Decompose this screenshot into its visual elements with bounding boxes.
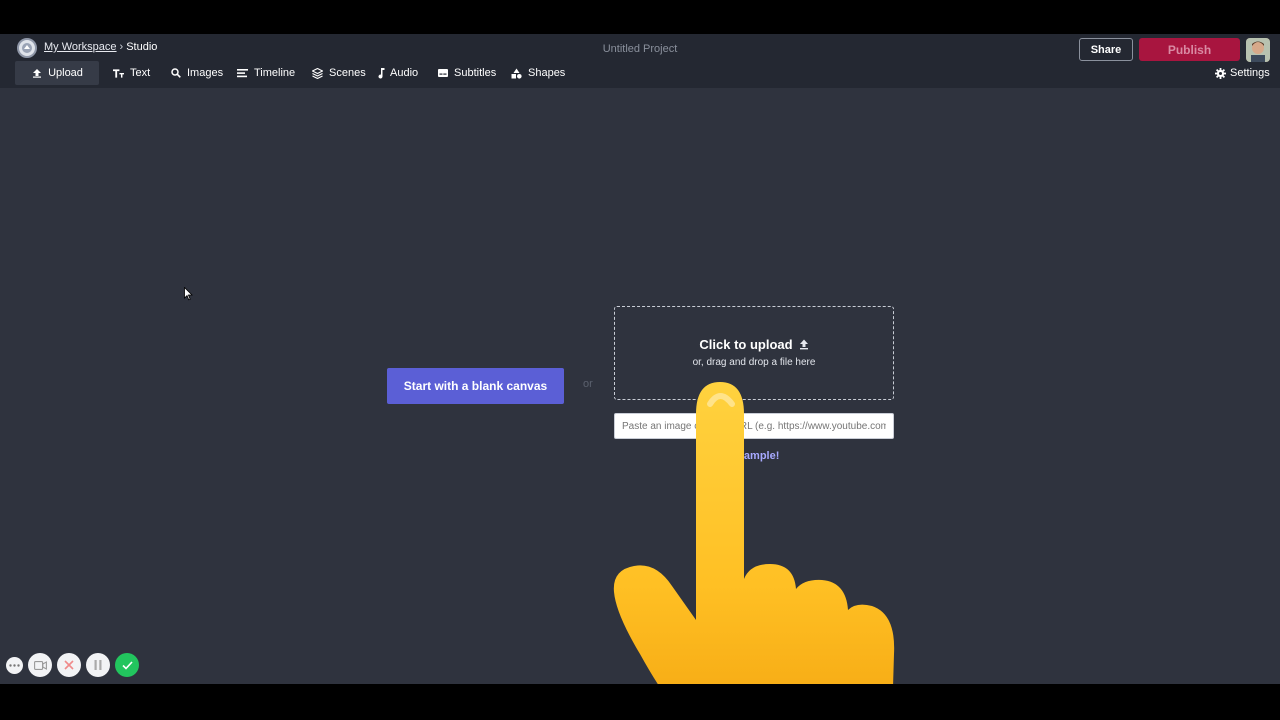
pause-icon xyxy=(94,660,102,670)
tool-subtitles-label: Subtitles xyxy=(454,67,497,79)
avatar[interactable] xyxy=(1246,38,1270,62)
search-icon xyxy=(170,68,181,79)
shapes-icon xyxy=(511,68,522,79)
mouse-cursor-icon xyxy=(184,287,193,301)
breadcrumb-current: Studio xyxy=(126,41,158,53)
project-title[interactable]: Untitled Project xyxy=(540,43,740,55)
tool-text-label: Text xyxy=(130,67,151,79)
more-dots-icon xyxy=(9,663,20,667)
layers-icon xyxy=(312,67,323,79)
publish-button[interactable]: Publish xyxy=(1139,38,1240,61)
upload-title: Click to upload xyxy=(615,337,893,352)
breadcrumb-workspace-link[interactable]: My Workspace xyxy=(44,41,117,53)
tool-upload-label: Upload xyxy=(48,67,83,79)
text-icon xyxy=(113,68,124,79)
letterbox-bottom xyxy=(0,684,1280,720)
avatar-image xyxy=(1246,38,1270,62)
tool-shapes-label: Shapes xyxy=(528,67,566,79)
share-button[interactable]: Share xyxy=(1079,38,1133,61)
tool-text[interactable]: Text xyxy=(113,61,150,85)
upload-arrow-icon xyxy=(799,339,808,350)
tool-audio-label: Audio xyxy=(390,67,419,79)
breadcrumb: My Workspace › Studio xyxy=(44,41,157,53)
logo-icon xyxy=(22,43,32,53)
tool-subtitles[interactable]: Subtitles xyxy=(437,61,496,85)
workspace-logo[interactable] xyxy=(17,38,37,58)
check-icon xyxy=(121,660,133,670)
upload-icon xyxy=(31,68,42,79)
music-note-icon xyxy=(378,67,385,79)
recorder-camera-button[interactable] xyxy=(28,653,52,677)
recorder-done-button[interactable] xyxy=(115,653,139,677)
tool-shapes[interactable]: Shapes xyxy=(511,61,565,85)
gear-icon xyxy=(1215,67,1226,79)
recorder-controls xyxy=(6,652,144,678)
or-divider-text: or xyxy=(583,378,593,390)
recorder-more-button[interactable] xyxy=(6,656,23,674)
video-camera-icon xyxy=(33,660,47,670)
upload-subtitle: or, drag and drop a file here xyxy=(692,357,816,368)
tool-images-label: Images xyxy=(187,67,224,79)
timeline-icon xyxy=(237,68,248,79)
upload-title-text: Click to upload xyxy=(699,337,793,352)
tool-audio[interactable]: Audio xyxy=(378,61,418,85)
studio-app: My Workspace › Studio Untitled Project Sha… xyxy=(0,34,1280,684)
close-icon xyxy=(64,660,74,670)
settings-button[interactable]: Settings xyxy=(1215,61,1270,85)
tool-scenes[interactable]: Scenes xyxy=(312,61,366,85)
tool-upload[interactable]: Upload xyxy=(15,61,99,85)
breadcrumb-separator: › xyxy=(119,41,124,53)
settings-label: Settings xyxy=(1230,67,1270,79)
blank-canvas-button[interactable]: Start with a blank canvas xyxy=(387,368,564,404)
top-bar: My Workspace › Studio Untitled Project Sha… xyxy=(0,34,1280,88)
editor-toolbar: Upload Text Images Timeline Scenes Audio… xyxy=(0,61,1280,85)
pointing-hand-icon xyxy=(613,382,895,684)
recorder-pause-button[interactable] xyxy=(86,653,110,677)
recorder-cancel-button[interactable] xyxy=(57,653,81,677)
tool-images[interactable]: Images xyxy=(170,61,223,85)
tool-scenes-label: Scenes xyxy=(329,67,366,79)
subtitles-icon xyxy=(437,68,448,79)
tool-timeline-label: Timeline xyxy=(254,67,296,79)
tool-timeline[interactable]: Timeline xyxy=(237,61,295,85)
letterbox-top xyxy=(0,0,1280,34)
